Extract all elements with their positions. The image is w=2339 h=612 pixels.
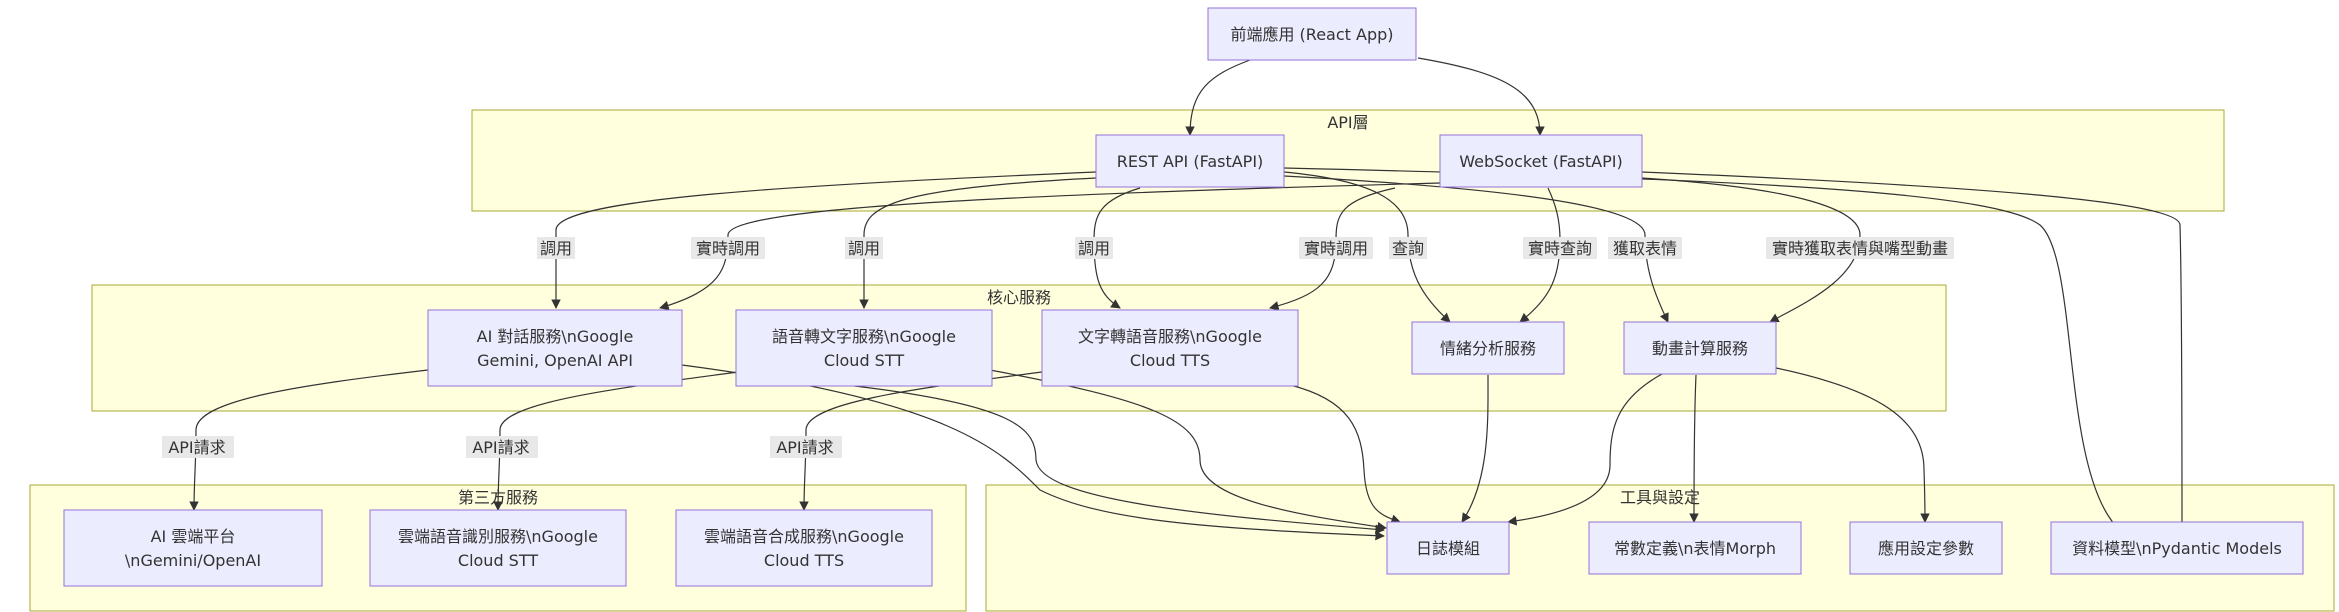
node-animation-service[interactable]: 動畫計算服務 [1623, 321, 1777, 375]
node-label-emotion: 情緒分析服務 [1440, 339, 1536, 358]
node-label-ai-2: Gemini, OpenAI API [477, 351, 633, 370]
node-ai-cloud-platform[interactable]: AI 雲端平台 \nGemini/OpenAI [63, 509, 323, 587]
edge-label-ai-cloud: API請求 [168, 438, 225, 457]
node-label-stt-1: 語音轉文字服務\nGoogle [772, 327, 956, 346]
node-app-config[interactable]: 應用設定參數 [1849, 521, 2003, 575]
node-data-models[interactable]: 資料模型\nPydantic Models [2050, 521, 2304, 575]
node-label-config: 應用設定參數 [1878, 539, 1974, 558]
edge-label-rest-anim: 獲取表情 [1613, 239, 1677, 258]
node-cloud-stt[interactable]: 雲端語音識別服務\nGoogle Cloud STT [369, 509, 627, 587]
edge-label-ws-emotion: 實時查詢 [1528, 239, 1592, 258]
node-label-models: 資料模型\nPydantic Models [2072, 539, 2282, 558]
node-log-module[interactable]: 日誌模組 [1386, 521, 1510, 575]
node-label-aicloud-2: \nGemini/OpenAI [125, 551, 261, 570]
node-label-log: 日誌模組 [1416, 539, 1480, 558]
node-emotion-service[interactable]: 情緒分析服務 [1411, 321, 1565, 375]
node-label-tts-1: 文字轉語音服務\nGoogle [1078, 327, 1262, 346]
node-label-aicloud-1: AI 雲端平台 [151, 527, 236, 546]
node-ai-chat-service[interactable]: AI 對話服務\nGoogle Gemini, OpenAI API [427, 309, 683, 387]
node-label-rest: REST API (FastAPI) [1117, 152, 1264, 171]
node-constants[interactable]: 常數定義\n表情Morph [1588, 521, 1802, 575]
node-label-sttcloud-1: 雲端語音識別服務\nGoogle [398, 527, 598, 546]
cluster-title-core: 核心服務 [987, 288, 1051, 307]
node-label-ai-1: AI 對話服務\nGoogle [477, 327, 634, 346]
edge-label-rest-stt: 調用 [848, 239, 880, 258]
edge-label-tts-cloud: API請求 [776, 438, 833, 457]
node-stt-service[interactable]: 語音轉文字服務\nGoogle Cloud STT [735, 309, 993, 387]
node-websocket[interactable]: WebSocket (FastAPI) [1439, 134, 1643, 188]
edge-label-ws-tts: 實時調用 [1304, 239, 1368, 258]
cluster-title-api: API層 [1327, 113, 1368, 132]
node-frontend-app[interactable]: 前端應用 (React App) [1207, 7, 1417, 61]
node-rest-api[interactable]: REST API (FastAPI) [1095, 134, 1285, 188]
edge-label-rest-emotion: 查詢 [1392, 239, 1424, 258]
node-label-anim: 動畫計算服務 [1652, 339, 1748, 358]
node-label-ws: WebSocket (FastAPI) [1459, 152, 1622, 171]
node-label-consts: 常數定義\n表情Morph [1614, 539, 1776, 558]
node-label-ttscloud-2: Cloud TTS [764, 551, 844, 570]
node-label-frontend: 前端應用 (React App) [1230, 25, 1393, 44]
node-cloud-tts[interactable]: 雲端語音合成服務\nGoogle Cloud TTS [675, 509, 933, 587]
edge-label-ws-anim: 實時獲取表情與嘴型動畫 [1772, 239, 1948, 258]
edge-label-rest-ai: 調用 [540, 239, 572, 258]
cluster-title-tools: 工具與設定 [1620, 488, 1700, 507]
node-label-ttscloud-1: 雲端語音合成服務\nGoogle [704, 527, 904, 546]
architecture-diagram: API層 核心服務 第三方服務 工具與設定 調用 實時調用 調用 調用 實時調用… [29, 7, 2335, 612]
node-label-sttcloud-2: Cloud STT [458, 551, 538, 570]
node-label-tts-2: Cloud TTS [1130, 351, 1210, 370]
edge-label-rest-tts: 調用 [1078, 239, 1110, 258]
node-tts-service[interactable]: 文字轉語音服務\nGoogle Cloud TTS [1041, 309, 1299, 387]
edge-label-ws-ai: 實時調用 [696, 239, 760, 258]
cluster-api-layer: API層 [471, 109, 2225, 212]
node-label-stt-2: Cloud STT [824, 351, 904, 370]
edge-label-stt-cloud: API請求 [472, 438, 529, 457]
